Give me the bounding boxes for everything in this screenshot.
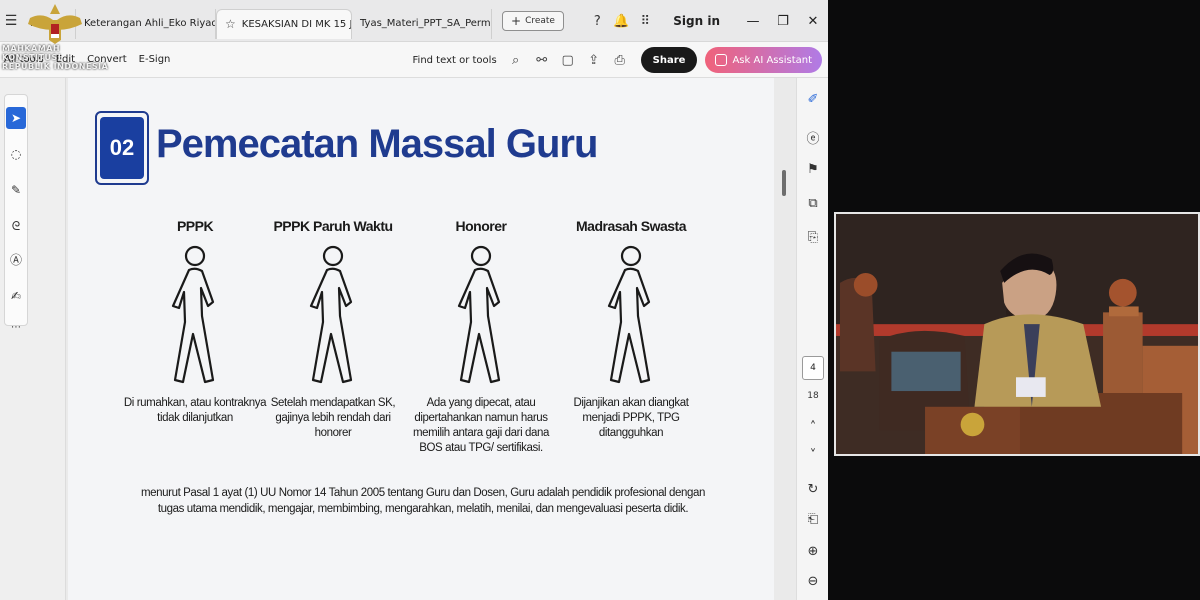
walking-person-icon bbox=[309, 245, 353, 384]
page-down-chevron-icon[interactable]: ˅ bbox=[803, 448, 823, 463]
vertical-scrollbar[interactable] bbox=[782, 170, 786, 196]
slide-title: Pemecatan Massal Guru bbox=[156, 122, 598, 166]
document-viewport[interactable]: 02 Pemecatan Massal Guru PPPK Di rumahka… bbox=[66, 78, 796, 600]
draw-freehand-icon[interactable]: ᘓ bbox=[6, 215, 26, 237]
walking-person-icon bbox=[457, 245, 501, 384]
minimize-icon[interactable]: — bbox=[738, 14, 768, 29]
slide-number: 02 bbox=[100, 117, 144, 179]
bookmark-icon[interactable]: ⚑ bbox=[803, 162, 823, 177]
ai-label: Ask AI Assistant bbox=[732, 54, 812, 66]
ai-nodes-icon[interactable]: ⚯ bbox=[529, 53, 555, 68]
sign-in-button[interactable]: Sign in bbox=[673, 14, 720, 28]
category-description: Di rumahkan, atau kontraknya tidak dilan… bbox=[123, 397, 267, 424]
print-icon[interactable]: ⎙ bbox=[607, 53, 633, 68]
walking-person-icon bbox=[607, 245, 651, 384]
attachments-icon[interactable]: ⎘ bbox=[803, 230, 823, 245]
select-cursor-icon[interactable]: ➤ bbox=[6, 107, 26, 129]
tab-label: Tyas_Materi_PPT_SA_Permoh... bbox=[360, 18, 491, 29]
category-heading: Honorer bbox=[455, 218, 507, 234]
signature-icon[interactable]: ✍ bbox=[6, 285, 26, 307]
close-window-icon[interactable]: ✕ bbox=[798, 14, 828, 29]
toolbar-right: Find text or tools ⌕ ⚯ ▢ ⇪ ⎙ Share Ask A… bbox=[413, 42, 822, 78]
pdf-reader-app: ☰ Ma Keterangan Ahli_Eko Riyadi.pdf ☆ KE… bbox=[0, 0, 828, 600]
star-icon[interactable]: ☆ bbox=[225, 17, 236, 31]
more-tools-icon[interactable]: ⋯ bbox=[6, 317, 26, 339]
tab-bar: ☰ Ma Keterangan Ahli_Eko Riyadi.pdf ☆ KE… bbox=[0, 0, 828, 42]
titlebar-controls: ? 🔔 ⠿ Sign in — ❐ ✕ bbox=[585, 0, 828, 42]
search-icon[interactable]: ⌕ bbox=[503, 53, 529, 68]
edit-pdf-icon[interactable]: ✐ bbox=[803, 92, 823, 107]
category-column-honorer: Honorer Ada yang dipecat, atau dipertaha… bbox=[406, 218, 556, 456]
tab-label: KESAKSIAN DI MK 15 J... bbox=[241, 18, 352, 30]
main-toolbar: All tools Edit Convert E-Sign Find text … bbox=[0, 42, 828, 78]
help-icon[interactable]: ? bbox=[586, 14, 608, 29]
category-column-pppk: PPPK Di rumahkan, atau kontraknya tidak … bbox=[120, 218, 270, 426]
left-tool-sidebar: ➤ ◌ ✎ ᘓ Ⓐ ✍ ⋯ bbox=[0, 78, 66, 600]
copy-pages-icon[interactable]: ⧉ bbox=[803, 196, 823, 211]
ai-assistant-icon bbox=[715, 54, 728, 66]
logo-text: MAHKAMAH KONSTITUSI REPUBLIK INDONESIA bbox=[2, 44, 109, 71]
slide-number-badge: 02 bbox=[95, 111, 149, 185]
category-column-madrasah-swasta: Madrasah Swasta Dijanjikan akan diangkat… bbox=[556, 218, 706, 441]
save-icon[interactable]: ▢ bbox=[555, 53, 581, 68]
bell-icon[interactable]: 🔔 bbox=[610, 14, 632, 29]
restore-icon[interactable]: ❐ bbox=[768, 14, 798, 29]
create-label: Create bbox=[525, 15, 555, 26]
quick-tools-panel: ➤ ◌ ✎ ᘓ Ⓐ ✍ ⋯ bbox=[4, 94, 28, 333]
page-up-chevron-icon[interactable]: ˄ bbox=[803, 420, 823, 435]
category-heading: PPPK bbox=[176, 218, 214, 234]
current-page-field[interactable]: 4 bbox=[802, 356, 824, 380]
zoom-in-icon[interactable]: ⊕ bbox=[803, 544, 823, 559]
tab-kesaksian[interactable]: ☆ KESAKSIAN DI MK 15 J... ✕ bbox=[216, 8, 352, 39]
category-heading: Madrasah Swasta bbox=[576, 218, 687, 234]
highlight-pen-icon[interactable]: ✎ bbox=[6, 179, 26, 201]
refresh-icon[interactable]: ↻ bbox=[803, 482, 823, 497]
plus-icon: + bbox=[511, 13, 522, 28]
slide-footnote: menurut Pasal 1 ayat (1) UU Nomor 14 Tah… bbox=[140, 487, 705, 515]
total-pages: 18 bbox=[807, 391, 819, 401]
category-description: Ada yang dipecat, atau dipertahankan nam… bbox=[412, 397, 550, 454]
save-page-icon[interactable]: ⎗ bbox=[803, 512, 823, 527]
tab-keterangan-ahli[interactable]: Keterangan Ahli_Eko Riyadi.pdf bbox=[76, 8, 216, 39]
right-tool-sidebar: ✐ ⓔ ⚑ ⧉ ⎘ 4 18 ˄ ˅ ↻ ⎗ ⊕ ⊖ bbox=[796, 78, 828, 600]
menu-e-sign[interactable]: E-Sign bbox=[139, 54, 171, 65]
category-heading: PPPK Paruh Waktu bbox=[273, 218, 393, 234]
walking-person-icon bbox=[171, 245, 215, 384]
comment-icon[interactable]: ◌ bbox=[6, 143, 26, 165]
pdf-page: 02 Pemecatan Massal Guru PPPK Di rumahka… bbox=[68, 78, 774, 600]
share-button[interactable]: Share bbox=[640, 47, 698, 73]
create-button[interactable]: + Create bbox=[502, 10, 564, 31]
category-description: Dijanjikan akan diangkat menjadi PPPK, T… bbox=[573, 397, 689, 439]
comment-bubble-icon[interactable]: ⓔ bbox=[803, 128, 823, 147]
text-box-icon[interactable]: Ⓐ bbox=[6, 249, 26, 271]
zoom-out-icon[interactable]: ⊖ bbox=[803, 574, 823, 589]
tab-label: Keterangan Ahli_Eko Riyadi.pdf bbox=[84, 18, 216, 29]
find-text-button[interactable]: Find text or tools bbox=[413, 55, 497, 66]
category-column-pppk-paruh-waktu: PPPK Paruh Waktu Setelah mendapatkan SK,… bbox=[258, 218, 408, 441]
hamburger-menu-icon[interactable]: ☰ bbox=[0, 0, 22, 42]
category-description: Setelah mendapatkan SK, gajinya lebih re… bbox=[270, 397, 396, 439]
upload-cloud-icon[interactable]: ⇪ bbox=[581, 53, 607, 68]
tab-tyas-materi[interactable]: Tyas_Materi_PPT_SA_Permoh... bbox=[352, 8, 492, 39]
apps-grid-icon[interactable]: ⠿ bbox=[634, 14, 656, 29]
speaker-video-feed bbox=[834, 212, 1200, 456]
ask-ai-assistant-button[interactable]: Ask AI Assistant bbox=[705, 47, 822, 73]
